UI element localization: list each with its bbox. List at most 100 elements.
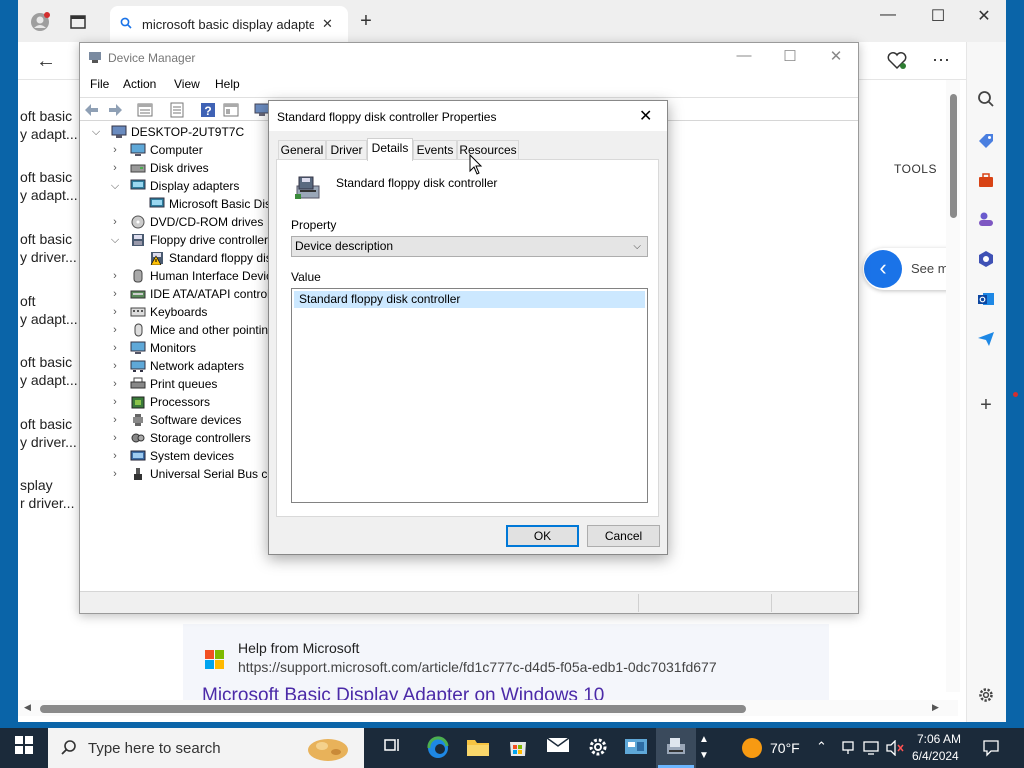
- settings-icon[interactable]: [586, 736, 610, 760]
- maximize-button[interactable]: ☐: [770, 47, 810, 69]
- volume-muted-icon[interactable]: [886, 739, 904, 759]
- device-tree[interactable]: ⌵ DESKTOP-2UT9T7C › Computer › Disk drives ⌵ Di…: [80, 123, 270, 593]
- shopping-tag-icon[interactable]: [975, 132, 997, 154]
- gear-icon[interactable]: [975, 686, 997, 708]
- tab-events[interactable]: Events: [413, 140, 457, 160]
- send-icon[interactable]: [975, 330, 997, 352]
- result-snippet[interactable]: oft basic y adapt...: [20, 353, 78, 389]
- chevron-down-icon[interactable]: ⌵: [109, 177, 121, 195]
- taskbar-search[interactable]: Type here to search: [48, 728, 364, 768]
- more-options-icon[interactable]: ⋯: [930, 50, 952, 71]
- chevron-right-icon[interactable]: ›: [109, 141, 121, 159]
- browser-tab[interactable]: microsoft basic display adapter u ✕: [110, 6, 348, 42]
- clock-time[interactable]: 7:06 AM: [917, 732, 961, 746]
- clock-date[interactable]: 6/4/2024: [912, 749, 959, 763]
- minimize-button[interactable]: —: [876, 6, 900, 24]
- display-icon[interactable]: [863, 740, 879, 759]
- network-status-icon[interactable]: [840, 740, 856, 759]
- vertical-scrollbar[interactable]: [946, 80, 960, 692]
- chevron-right-icon[interactable]: ›: [109, 267, 121, 285]
- file-explorer-icon[interactable]: [466, 736, 490, 760]
- close-button[interactable]: ✕: [816, 47, 856, 69]
- value-list[interactable]: Standard floppy disk controller: [291, 288, 648, 503]
- list-icon[interactable]: [169, 102, 185, 118]
- health-icon[interactable]: [886, 52, 908, 75]
- result-snippet[interactable]: oft basic y adapt...: [20, 107, 78, 143]
- chevron-right-icon[interactable]: ›: [109, 375, 121, 393]
- profile-icon[interactable]: [30, 12, 50, 32]
- close-window-button[interactable]: ✕: [972, 6, 996, 26]
- close-icon[interactable]: ✕: [639, 106, 652, 126]
- ok-button[interactable]: OK: [506, 525, 579, 547]
- chevron-right-icon[interactable]: ›: [109, 339, 121, 357]
- forward-arrow-icon[interactable]: [107, 102, 123, 118]
- tab-details[interactable]: Details: [367, 138, 413, 161]
- games-icon[interactable]: [975, 210, 997, 232]
- scroll-thumb[interactable]: [950, 94, 957, 218]
- tab-actions-icon[interactable]: [70, 14, 86, 30]
- minimize-button[interactable]: —: [724, 47, 764, 69]
- tab-resources[interactable]: Resources: [457, 140, 519, 160]
- cancel-button[interactable]: Cancel: [587, 525, 660, 547]
- mail-icon[interactable]: [546, 736, 570, 760]
- scroll-right-icon[interactable]: ▶: [932, 702, 939, 713]
- search-icon[interactable]: [975, 90, 997, 112]
- task-view-icon[interactable]: [380, 736, 404, 760]
- chevron-down-icon[interactable]: ⌵: [90, 123, 102, 141]
- chevron-right-icon[interactable]: ›: [109, 447, 121, 465]
- store-icon[interactable]: [506, 736, 530, 760]
- menu-action[interactable]: Action: [123, 77, 156, 91]
- tools-tab[interactable]: TOOLS: [894, 162, 937, 176]
- help-icon[interactable]: ?: [200, 102, 216, 118]
- details-view-icon[interactable]: [223, 102, 239, 118]
- horizontal-scrollbar[interactable]: ◀ ▶: [18, 700, 958, 716]
- scroll-left-icon[interactable]: ◀: [24, 702, 31, 713]
- result-snippet[interactable]: oft y adapt...: [20, 292, 78, 328]
- result-snippet[interactable]: oft basic y adapt...: [20, 168, 78, 204]
- result-snippet[interactable]: oft basic y driver...: [20, 415, 77, 451]
- back-button[interactable]: ←: [34, 50, 58, 73]
- chevron-right-icon[interactable]: ›: [109, 159, 121, 177]
- value-item[interactable]: Standard floppy disk controller: [294, 291, 645, 308]
- temperature[interactable]: 70°F: [770, 740, 800, 756]
- new-tab-button[interactable]: +: [354, 10, 378, 33]
- chevron-right-icon[interactable]: ›: [109, 285, 121, 303]
- tab-driver[interactable]: Driver: [326, 140, 367, 160]
- chevron-right-icon[interactable]: ›: [109, 465, 121, 483]
- chevron-right-icon[interactable]: ›: [109, 321, 121, 339]
- property-select[interactable]: Device description ⌵: [291, 236, 648, 257]
- help-url[interactable]: https://support.microsoft.com/article/fd…: [238, 659, 717, 675]
- chevron-right-icon[interactable]: ›: [109, 357, 121, 375]
- result-snippet[interactable]: splay r driver...: [20, 476, 74, 512]
- back-arrow-icon[interactable]: [84, 102, 100, 118]
- chevron-right-icon[interactable]: ›: [109, 393, 121, 411]
- menu-view[interactable]: View: [174, 77, 200, 91]
- chevron-right-icon[interactable]: ›: [109, 429, 121, 447]
- properties-icon[interactable]: [137, 102, 153, 118]
- show-hidden-icons-icon[interactable]: ⌃: [816, 739, 827, 755]
- chevron-right-icon[interactable]: ›: [109, 213, 121, 231]
- chevron-right-icon[interactable]: ›: [109, 303, 121, 321]
- chevron-down-icon[interactable]: ⌵: [109, 231, 121, 249]
- result-snippet[interactable]: oft basic y driver...: [20, 230, 77, 266]
- dialog-title-bar[interactable]: Standard floppy disk controller Properti…: [269, 101, 667, 131]
- menu-help[interactable]: Help: [215, 77, 240, 91]
- chevron-right-icon[interactable]: ›: [109, 411, 121, 429]
- help-card[interactable]: Help from Microsoft https://support.micr…: [183, 624, 829, 706]
- notifications-icon[interactable]: [982, 739, 1000, 760]
- device-manager-taskbar-icon[interactable]: [664, 736, 688, 760]
- office-icon[interactable]: [975, 250, 997, 272]
- maximize-button[interactable]: ☐: [926, 6, 950, 26]
- menu-file[interactable]: File: [90, 77, 109, 91]
- tray-scroll-icon[interactable]: ▲ ▼: [699, 732, 709, 764]
- title-bar[interactable]: Device Manager — ☐ ✕: [80, 43, 858, 73]
- control-panel-icon[interactable]: [624, 736, 648, 760]
- see-more-button[interactable]: ‹ See m: [863, 248, 951, 290]
- add-icon[interactable]: +: [975, 394, 997, 416]
- edge-icon[interactable]: [426, 736, 450, 760]
- start-button[interactable]: [12, 736, 36, 760]
- outlook-icon[interactable]: [975, 290, 997, 312]
- tools-icon[interactable]: [975, 172, 997, 194]
- tab-general[interactable]: General: [278, 140, 326, 160]
- scroll-thumb[interactable]: [40, 705, 746, 713]
